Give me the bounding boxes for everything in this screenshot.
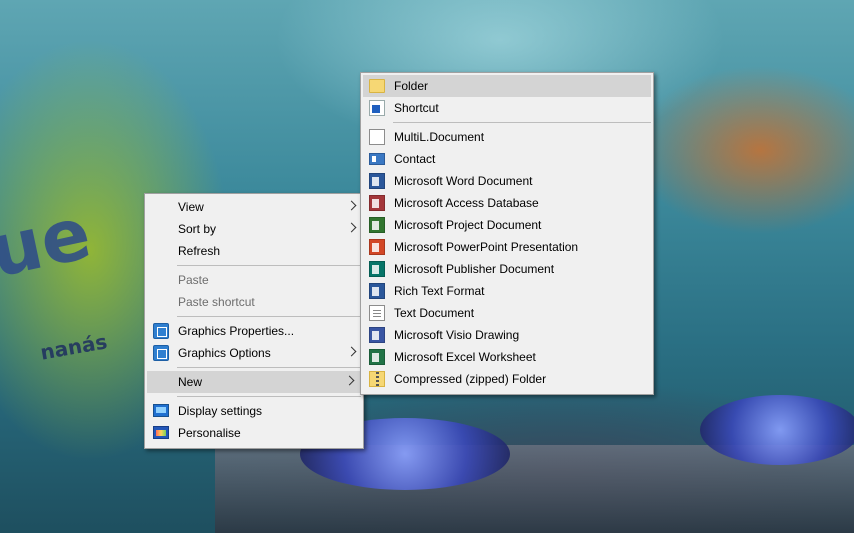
menu-item-label: Graphics Properties... (178, 324, 295, 338)
menu-item-label: View (178, 200, 204, 214)
menu-item-label: Graphics Options (178, 346, 271, 360)
menu-item-paste-shortcut: Paste shortcut (145, 291, 363, 313)
menu-item-label: Microsoft Visio Drawing (394, 328, 520, 342)
menu-item-label: Paste (178, 273, 209, 287)
menu-separator (177, 316, 361, 317)
menu-item-label: Folder (394, 79, 429, 93)
chevron-right-icon (346, 346, 357, 357)
publisher-icon (369, 261, 385, 277)
menu-item-label: Display settings (178, 404, 263, 418)
menu-item-personalise[interactable]: Personalise (145, 422, 363, 444)
menu-item-label: Microsoft Publisher Document (394, 262, 555, 276)
submenu-item-word-document[interactable]: Microsoft Word Document (361, 170, 653, 192)
menu-item-label: Microsoft PowerPoint Presentation (394, 240, 579, 254)
submenu-item-text-document[interactable]: Text Document (361, 302, 653, 324)
menu-item-refresh[interactable]: Refresh (145, 240, 363, 262)
menu-item-label: Paste shortcut (178, 295, 255, 309)
menu-item-paste: Paste (145, 269, 363, 291)
submenu-item-visio-drawing[interactable]: Microsoft Visio Drawing (361, 324, 653, 346)
menu-item-label: Shortcut (394, 101, 439, 115)
submenu-item-publisher-document[interactable]: Microsoft Publisher Document (361, 258, 653, 280)
document-icon (369, 129, 385, 145)
chevron-right-icon (344, 375, 355, 386)
submenu-item-access-database[interactable]: Microsoft Access Database (361, 192, 653, 214)
menu-item-graphics-options[interactable]: Graphics Options (145, 342, 363, 364)
graphics-icon (153, 323, 169, 339)
chevron-right-icon (346, 200, 357, 211)
desktop-context-menu: View Sort by Refresh Paste Paste shortcu… (144, 193, 364, 449)
rich-text-icon (369, 283, 385, 299)
wallpaper-can-text: ue (0, 190, 98, 294)
menu-item-new[interactable]: New (147, 371, 361, 393)
contact-icon (369, 153, 385, 165)
menu-item-sort-by[interactable]: Sort by (145, 218, 363, 240)
menu-item-display-settings[interactable]: Display settings (145, 400, 363, 422)
excel-icon (369, 349, 385, 365)
menu-item-label: Microsoft Word Document (394, 174, 533, 188)
submenu-item-shortcut[interactable]: Shortcut (361, 97, 653, 119)
chevron-right-icon (346, 222, 357, 233)
submenu-item-project-document[interactable]: Microsoft Project Document (361, 214, 653, 236)
powerpoint-icon (369, 239, 385, 255)
menu-separator (393, 122, 651, 123)
menu-item-label: MultiL.Document (394, 130, 485, 144)
submenu-item-powerpoint-presentation[interactable]: Microsoft PowerPoint Presentation (361, 236, 653, 258)
menu-item-label: Compressed (zipped) Folder (394, 372, 547, 386)
wallpaper-can-subtext: nanás (38, 329, 109, 365)
menu-item-label: Sort by (178, 222, 217, 236)
submenu-item-multil-document[interactable]: MultiL.Document (361, 126, 653, 148)
menu-item-label: Microsoft Project Document (394, 218, 542, 232)
project-icon (369, 217, 385, 233)
menu-item-view[interactable]: View (145, 196, 363, 218)
menu-separator (177, 367, 361, 368)
submenu-item-folder[interactable]: Folder (363, 75, 651, 97)
menu-item-label: New (178, 375, 203, 389)
display-icon (153, 404, 169, 417)
menu-item-label: Personalise (178, 426, 241, 440)
menu-separator (177, 265, 361, 266)
submenu-item-excel-worksheet[interactable]: Microsoft Excel Worksheet (361, 346, 653, 368)
menu-item-label: Refresh (178, 244, 221, 258)
submenu-item-compressed-folder[interactable]: Compressed (zipped) Folder (361, 368, 653, 390)
folder-icon (369, 79, 385, 93)
wallpaper-turntable-right (700, 395, 854, 465)
access-icon (369, 195, 385, 211)
zip-folder-icon (369, 371, 385, 387)
text-document-icon (369, 305, 385, 321)
menu-separator (177, 396, 361, 397)
submenu-item-contact[interactable]: Contact (361, 148, 653, 170)
menu-item-label: Text Document (394, 306, 475, 320)
submenu-item-rich-text-format[interactable]: Rich Text Format (361, 280, 653, 302)
graphics-icon (153, 345, 169, 361)
visio-icon (369, 327, 385, 343)
menu-item-label: Microsoft Excel Worksheet (394, 350, 536, 364)
menu-item-graphics-properties[interactable]: Graphics Properties... (145, 320, 363, 342)
personalise-icon (153, 426, 169, 439)
shortcut-icon (369, 100, 385, 116)
new-submenu: Folder Shortcut MultiL.Document Contact … (360, 72, 654, 395)
menu-item-label: Rich Text Format (394, 284, 485, 298)
word-icon (369, 173, 385, 189)
menu-item-label: Contact (394, 152, 436, 166)
menu-item-label: Microsoft Access Database (394, 196, 539, 210)
